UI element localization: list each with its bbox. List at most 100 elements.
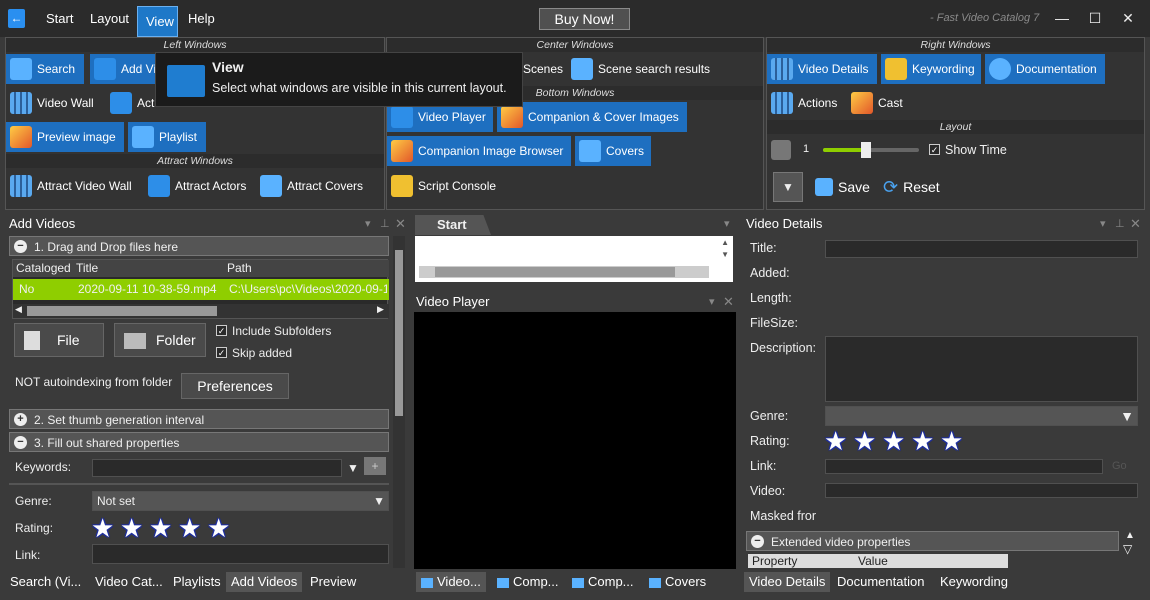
scrollbar-thumb[interactable] [435,267,675,277]
covers-window-button[interactable]: Covers [575,136,651,166]
keywords-dropdown-icon[interactable]: ▼ [347,461,359,475]
tab-item[interactable]: Playlists [168,572,226,592]
reset-layout-button[interactable]: ⟳Reset [879,172,946,202]
scroll-left-icon[interactable]: ◀ [15,304,22,315]
companion-browser-window-button[interactable]: Companion Image Browser [387,136,571,166]
save-layout-button[interactable]: Save [811,172,876,202]
vertical-scrollbar[interactable] [393,236,405,568]
link-input[interactable] [92,544,389,564]
close-icon[interactable]: ✕ [723,294,734,310]
video-wall-window-button[interactable]: Video Wall [6,88,100,118]
tab-item[interactable]: Preview [305,572,361,592]
go-button[interactable]: Go [1112,460,1127,472]
script-console-window-button[interactable]: Script Console [387,171,502,201]
section-drag-drop[interactable]: −1. Drag and Drop files here [9,236,389,256]
preview-image-window-button[interactable]: Preview image [6,122,124,152]
tab-item[interactable]: Video Details [744,572,830,592]
layout-dropdown-button[interactable]: ▼ [773,172,803,202]
playlist-window-button[interactable]: Playlist [128,122,206,152]
tab-item[interactable]: Covers [644,572,711,592]
add-videos-window-button[interactable]: Add Vi [90,54,160,84]
rating-star-icon[interactable]: ★ [853,428,876,454]
pin-icon[interactable]: ⊥ [1115,217,1125,230]
menu-layout[interactable]: Layout [82,6,137,32]
keywording-window-button[interactable]: Keywording [881,54,981,84]
column-header[interactable]: Cataloged [16,260,71,277]
buy-now-button[interactable]: Buy Now! [539,8,630,30]
tab-item[interactable]: Keywording [935,572,1013,592]
close-icon[interactable]: ✕ [1130,216,1141,232]
column-header[interactable]: Value [858,554,888,568]
actions-window-button[interactable]: Actions [767,88,843,118]
companion-cover-window-button[interactable]: Companion & Cover Images [497,102,687,132]
pin-icon[interactable]: ⊥ [380,217,390,230]
skip-added-checkbox[interactable]: ✓ [216,347,227,358]
keywords-input[interactable] [92,459,342,477]
menu-icon[interactable]: ▾ [365,217,371,230]
back-arrow-icon[interactable]: ← [8,9,25,28]
description-field[interactable] [825,336,1138,402]
zoom-slider-thumb[interactable] [861,142,871,158]
tab-item[interactable]: Add Videos [226,572,302,592]
scrollbar-thumb[interactable] [395,250,403,416]
documentation-window-button[interactable]: Documentation [985,54,1105,84]
menu-start[interactable]: Start [38,6,81,32]
show-time-checkbox[interactable]: ✓ [929,144,940,155]
tab-item[interactable]: Search (Vi... [5,572,86,592]
table-row[interactable]: No 2020-09-11 10-38-59.mp4 C:\Users\pc\V… [13,279,389,300]
search-window-button[interactable]: Search [6,54,84,84]
scroll-up-icon[interactable]: ▲ [721,238,729,247]
section-extended-properties[interactable]: −Extended video properties [746,531,1119,551]
minimize-icon[interactable]: — [1054,10,1070,26]
genre-select[interactable]: ▼ [825,406,1138,426]
tab-item[interactable]: Video... [416,572,486,592]
attract-video-wall-button[interactable]: Attract Video Wall [6,171,138,201]
scroll-up-icon[interactable]: ▲ [1125,530,1135,541]
scroll-down-icon[interactable]: ▽ [1123,542,1132,556]
section-thumb-interval[interactable]: +2. Set thumb generation interval [9,409,389,429]
rating-star-icon[interactable]: ★ [178,515,201,541]
horizontal-scrollbar[interactable] [419,266,709,278]
menu-help[interactable]: Help [180,6,223,32]
horizontal-scrollbar[interactable]: ◀ ▶ [13,304,389,318]
menu-icon[interactable]: ▾ [1100,217,1106,230]
tab-start[interactable]: Start [415,215,491,235]
menu-view[interactable]: View [137,6,178,37]
rating-star-icon[interactable]: ★ [911,428,934,454]
cast-window-button[interactable]: Cast [847,88,909,118]
maximize-icon[interactable]: ☐ [1087,10,1103,26]
rating-star-icon[interactable]: ★ [824,428,847,454]
folder-button[interactable]: Folder [114,323,206,357]
link-field[interactable] [825,459,1103,474]
rating-star-icon[interactable]: ★ [120,515,143,541]
tab-item[interactable]: Video Cat... [90,572,168,592]
column-header[interactable]: Title [76,260,98,277]
scroll-down-icon[interactable]: ▼ [721,250,729,259]
add-keyword-button[interactable]: + [364,457,386,475]
video-field[interactable] [825,483,1138,498]
actors-window-button[interactable]: Act [106,88,160,118]
genre-select[interactable]: Not set▼ [92,491,389,511]
preferences-button[interactable]: Preferences [181,373,289,399]
attract-actors-button[interactable]: Attract Actors [144,171,252,201]
video-details-window-button[interactable]: Video Details [767,54,877,84]
tab-item[interactable]: Comp... [492,572,564,592]
scene-search-window-button[interactable]: Scene search results [567,54,716,84]
include-subfolders-checkbox[interactable]: ✓ [216,325,227,336]
section-shared-properties[interactable]: −3. Fill out shared properties [9,432,389,452]
scroll-right-icon[interactable]: ▶ [377,304,384,315]
close-icon[interactable]: ✕ [1120,10,1136,26]
rating-star-icon[interactable]: ★ [149,515,172,541]
scrollbar-thumb[interactable] [27,306,217,316]
close-icon[interactable]: ✕ [395,216,406,232]
rating-star-icon[interactable]: ★ [882,428,905,454]
attract-covers-button[interactable]: Attract Covers [256,171,369,201]
rating-star-icon[interactable]: ★ [91,515,114,541]
menu-icon[interactable]: ▾ [724,217,730,230]
tab-item[interactable]: Documentation [832,572,929,592]
column-header[interactable]: Property [752,554,797,568]
tab-item[interactable]: Comp... [567,572,639,592]
scenes-window-button[interactable]: Scenes [519,54,569,84]
menu-icon[interactable]: ▾ [709,295,715,308]
video-canvas[interactable] [414,312,736,569]
